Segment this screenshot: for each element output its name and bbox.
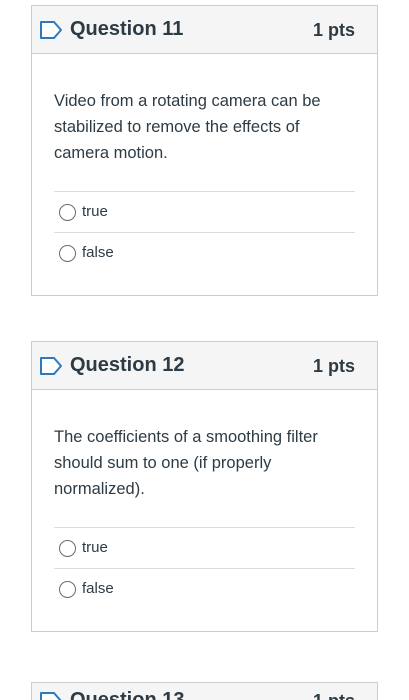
answer-option-false[interactable]: false xyxy=(54,232,355,273)
radio-button[interactable] xyxy=(59,540,76,557)
flag-question-icon[interactable] xyxy=(39,20,63,40)
question-header: Question 11 1 pts xyxy=(32,6,377,54)
answer-label: true xyxy=(82,539,108,556)
question-title: Question 13 xyxy=(70,689,185,700)
question-header: Question 13 1 pts xyxy=(32,683,377,700)
question-card-11: Question 11 1 pts Video from a rotating … xyxy=(31,5,378,296)
answer-label: false xyxy=(82,580,114,597)
flag-question-icon[interactable] xyxy=(39,356,63,376)
answer-label: false xyxy=(82,244,114,261)
question-title: Question 12 xyxy=(70,354,185,376)
radio-button[interactable] xyxy=(59,581,76,598)
answer-option-false[interactable]: false xyxy=(54,568,355,609)
question-card-12: Question 12 1 pts The coefficients of a … xyxy=(31,341,378,632)
question-title: Question 11 xyxy=(70,18,184,40)
question-points: 1 pts xyxy=(313,691,355,700)
flag-question-icon[interactable] xyxy=(39,691,63,700)
answer-option-true[interactable]: true xyxy=(54,527,355,568)
answer-list: true false xyxy=(54,527,355,609)
question-text: Video from a rotating camera can be stab… xyxy=(54,92,321,162)
quiz-page: Question 11 1 pts Video from a rotating … xyxy=(0,0,409,700)
question-header: Question 12 1 pts xyxy=(32,342,377,390)
answer-label: true xyxy=(82,203,108,220)
answer-option-true[interactable]: true xyxy=(54,191,355,232)
question-card-13: Question 13 1 pts xyxy=(31,682,378,700)
radio-button[interactable] xyxy=(59,204,76,221)
answer-list: true false xyxy=(54,191,355,273)
radio-button[interactable] xyxy=(59,245,76,262)
question-text: The coefficients of a smoothing filter s… xyxy=(54,428,318,498)
question-points: 1 pts xyxy=(312,20,355,40)
question-points: 1 pts xyxy=(312,356,355,376)
